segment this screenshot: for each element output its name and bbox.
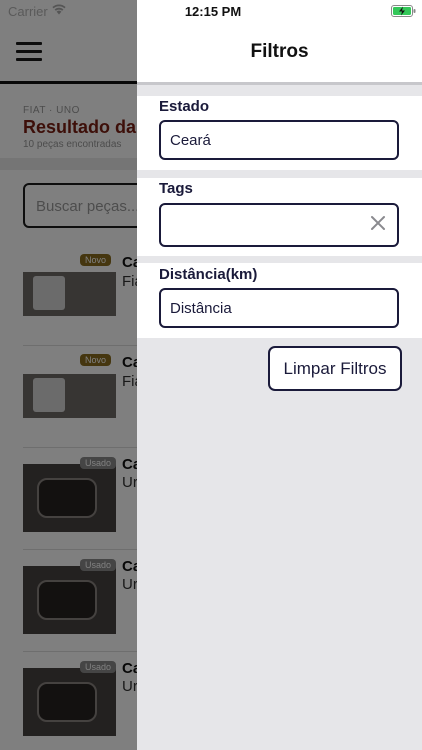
tags-label: Tags [159, 180, 193, 197]
distancia-section: Distância(km) Distância [137, 263, 422, 338]
distancia-field[interactable]: Distância [159, 288, 399, 328]
distancia-label: Distância(km) [159, 266, 258, 283]
estado-label: Estado [159, 98, 210, 115]
tags-section: Tags [137, 178, 422, 256]
clear-filters-button[interactable]: Limpar Filtros [268, 346, 402, 391]
status-time: 12:15 PM [184, 4, 242, 19]
battery-charging-icon [391, 5, 416, 17]
close-icon[interactable] [369, 214, 387, 232]
estado-section: Estado Ceará [137, 96, 422, 170]
page-title: Filtros [250, 41, 309, 62]
estado-value: Ceará [170, 132, 211, 149]
distancia-placeholder: Distância [170, 300, 232, 317]
filter-panel: Filtros Estado Ceará Tags Distância(km) … [137, 0, 422, 750]
status-bar: Carrier 12:15 PM [0, 0, 422, 22]
estado-field[interactable]: Ceará [159, 120, 399, 160]
tags-field[interactable] [159, 203, 399, 247]
